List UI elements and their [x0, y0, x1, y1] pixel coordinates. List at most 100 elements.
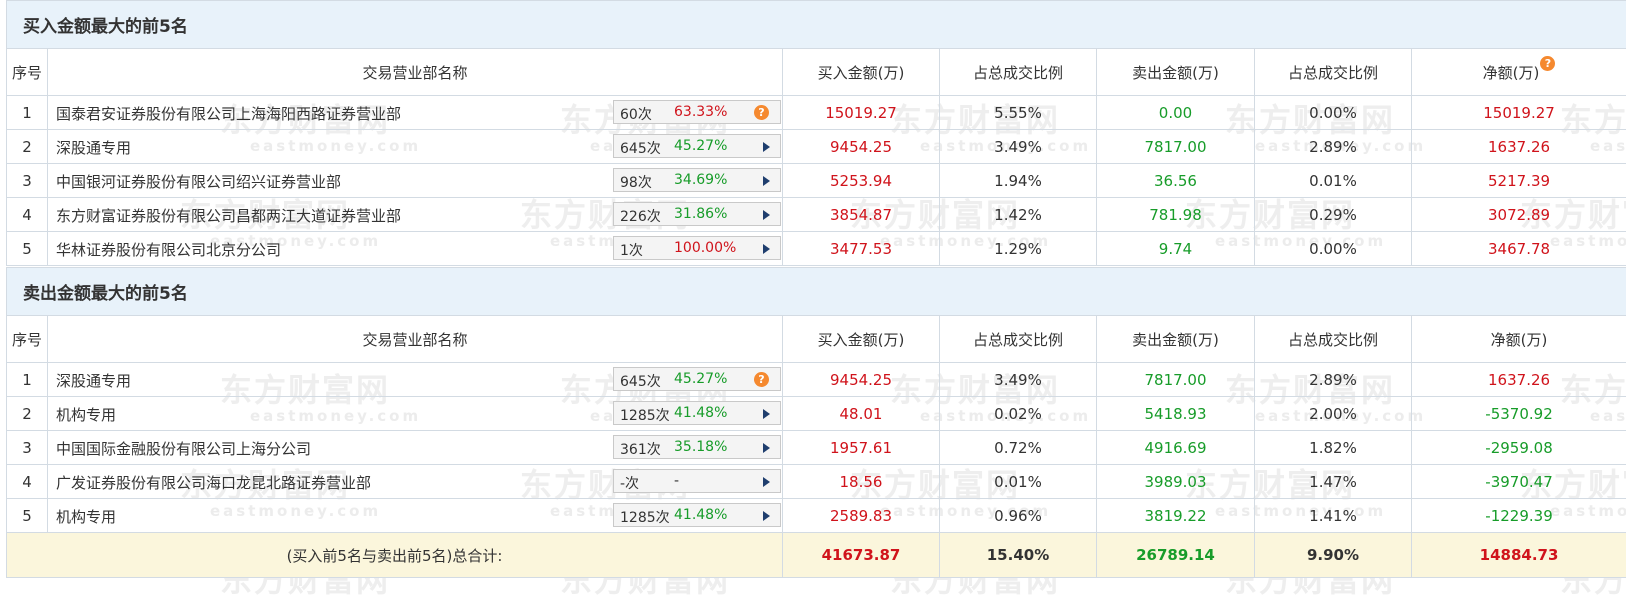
arrow-right-icon[interactable]	[763, 244, 770, 254]
header-dept-name: 交易营业部名称	[47, 48, 783, 96]
header-net-amount[interactable]: 净额(万)	[1410, 315, 1626, 363]
dept-name-link[interactable]: 国泰君安证券股份有限公司上海海阳西路证券营业部	[56, 103, 401, 124]
arrow-right-icon[interactable]	[763, 210, 770, 220]
question-icon[interactable]: ?	[754, 105, 769, 120]
win-rate: 63.33%	[674, 104, 728, 120]
arrow-right-icon[interactable]	[763, 477, 770, 487]
dept-name-link[interactable]: 中国银河证券股份有限公司绍兴证券营业部	[56, 171, 341, 192]
buy-ratio: 5.55%	[939, 95, 1097, 130]
header-dept-name: 交易营业部名称	[47, 315, 783, 363]
trade-stat-box[interactable]: -次 -	[613, 469, 781, 493]
total-buy-ratio: 15.40%	[939, 532, 1097, 578]
table-row[interactable]: 4 广发证券股份有限公司海口龙昆北路证券营业部 -次 - 18.56 0.01% 3989.…	[6, 464, 1626, 499]
win-rate: 45.27%	[674, 371, 728, 387]
trade-stat-box[interactable]: 645次 45.27%	[613, 134, 781, 158]
trade-stat-box[interactable]: 226次 31.86%	[613, 202, 781, 226]
table-row[interactable]: 2 深股通专用 645次 45.27% 9454.25 3.49% 7817.00 2.89%…	[6, 129, 1626, 164]
row-index: 2	[6, 129, 48, 164]
sell-ratio: 0.01%	[1254, 163, 1412, 198]
dept-name-link[interactable]: 华林证券股份有限公司北京分公司	[56, 239, 281, 260]
buy-amount: 1957.61	[782, 430, 940, 465]
sell-ratio: 0.00%	[1254, 95, 1412, 130]
sell-top5-table: 卖出金额最大的前5名 序号 交易营业部名称 买入金额(万) 占总成交比例 卖出金…	[5, 267, 1626, 578]
trade-stat-box[interactable]: 1285次 41.48%	[613, 401, 781, 425]
trade-count: 645次	[620, 374, 661, 390]
dept-cell: 东方财富证券股份有限公司昌都两江大道证券营业部 226次 31.86%	[47, 197, 783, 232]
buy-amount: 3854.87	[782, 197, 940, 232]
buy-amount: 15019.27	[782, 95, 940, 130]
table-row[interactable]: 1 深股通专用 645次 45.27%? 9454.25 3.49% 7817.00 2.89…	[6, 362, 1626, 397]
arrow-right-icon[interactable]	[763, 409, 770, 419]
header-sell-amount[interactable]: 卖出金额(万)	[1096, 48, 1255, 96]
dept-name-link[interactable]: 机构专用	[56, 404, 116, 425]
buy-header-row: 序号 交易营业部名称 买入金额(万) 占总成交比例 卖出金额(万) 占总成交比例…	[6, 48, 1626, 96]
header-buy-ratio[interactable]: 占总成交比例	[939, 48, 1097, 96]
dept-name-link[interactable]: 机构专用	[56, 506, 116, 527]
arrow-right-icon[interactable]	[763, 443, 770, 453]
row-index: 4	[6, 197, 48, 232]
trade-stat-box[interactable]: 1285次 41.48%	[613, 503, 781, 527]
trade-count: 1次	[620, 243, 643, 259]
buy-amount: 2589.83	[782, 498, 940, 533]
trade-count: 361次	[620, 442, 661, 458]
buy-section-title-row: 买入金额最大的前5名	[5, 0, 1626, 49]
buy-ratio: 1.94%	[939, 163, 1097, 198]
arrow-right-icon[interactable]	[763, 142, 770, 152]
header-sell-ratio[interactable]: 占总成交比例	[1254, 315, 1412, 363]
trade-stat-box[interactable]: 361次 35.18%	[613, 435, 781, 459]
header-sell-ratio[interactable]: 占总成交比例	[1254, 48, 1412, 96]
header-buy-amount[interactable]: 买入金额(万)	[782, 48, 940, 96]
buy-ratio: 1.29%	[939, 231, 1097, 266]
trade-stat-box[interactable]: 98次 34.69%	[613, 168, 781, 192]
trade-count: 226次	[620, 209, 661, 225]
sell-ratio: 1.82%	[1254, 430, 1412, 465]
table-row[interactable]: 2 机构专用 1285次 41.48% 48.01 0.02% 5418.93 2.00% -5…	[6, 396, 1626, 431]
net-amount: 3072.89	[1410, 197, 1626, 232]
trade-stat-box[interactable]: 1次 100.00%	[613, 236, 781, 260]
total-net-amount: 14884.73	[1410, 532, 1626, 578]
dept-cell: 国泰君安证券股份有限公司上海海阳西路证券营业部 60次 63.33%?	[47, 95, 783, 130]
table-row[interactable]: 5 华林证券股份有限公司北京分公司 1次 100.00% 3477.53 1.29% 9.7…	[6, 231, 1626, 266]
header-buy-amount[interactable]: 买入金额(万)	[782, 315, 940, 363]
dept-cell: 中国银河证券股份有限公司绍兴证券营业部 98次 34.69%	[47, 163, 783, 198]
header-index: 序号	[6, 315, 48, 363]
dept-name-link[interactable]: 深股通专用	[56, 370, 131, 391]
trade-count: 1285次	[620, 510, 670, 526]
buy-amount: 48.01	[782, 396, 940, 431]
arrow-right-icon[interactable]	[763, 511, 770, 521]
trade-count: 98次	[620, 175, 652, 191]
trade-stat-box[interactable]: 645次 45.27%?	[613, 367, 781, 391]
sell-amount: 7817.00	[1096, 362, 1255, 397]
buy-ratio: 0.96%	[939, 498, 1097, 533]
table-row[interactable]: 3 中国国际金融股份有限公司上海分公司 361次 35.18% 1957.61 0.72%…	[6, 430, 1626, 465]
dept-cell: 深股通专用 645次 45.27%	[47, 129, 783, 164]
total-sell-amount: 26789.14	[1096, 532, 1255, 578]
sell-ratio: 2.89%	[1254, 129, 1412, 164]
header-net-amount[interactable]: 净额(万)?	[1410, 48, 1626, 96]
table-row[interactable]: 4 东方财富证券股份有限公司昌都两江大道证券营业部 226次 31.86% 3854.8…	[6, 197, 1626, 232]
dept-cell: 华林证券股份有限公司北京分公司 1次 100.00%	[47, 231, 783, 266]
sell-amount: 3989.03	[1096, 464, 1255, 499]
trade-stat-box[interactable]: 60次 63.33%?	[613, 100, 781, 124]
dept-cell: 机构专用 1285次 41.48%	[47, 396, 783, 431]
dept-name-link[interactable]: 中国国际金融股份有限公司上海分公司	[56, 438, 311, 459]
question-icon[interactable]: ?	[1540, 55, 1556, 71]
dept-cell: 中国国际金融股份有限公司上海分公司 361次 35.18%	[47, 430, 783, 465]
win-rate: 41.48%	[674, 507, 728, 523]
arrow-right-icon[interactable]	[763, 176, 770, 186]
dept-name-link[interactable]: 深股通专用	[56, 137, 131, 158]
header-buy-ratio[interactable]: 占总成交比例	[939, 315, 1097, 363]
header-sell-amount[interactable]: 卖出金额(万)	[1096, 315, 1255, 363]
buy-section-title: 买入金额最大的前5名	[5, 0, 1626, 49]
sell-section-title: 卖出金额最大的前5名	[5, 267, 1626, 316]
table-row[interactable]: 3 中国银河证券股份有限公司绍兴证券营业部 98次 34.69% 5253.94 1.94…	[6, 163, 1626, 198]
buy-amount: 18.56	[782, 464, 940, 499]
sell-amount: 4916.69	[1096, 430, 1255, 465]
win-rate: 100.00%	[674, 240, 737, 256]
table-row[interactable]: 1 国泰君安证券股份有限公司上海海阳西路证券营业部 60次 63.33%? 15019.…	[6, 95, 1626, 130]
buy-ratio: 0.72%	[939, 430, 1097, 465]
dept-name-link[interactable]: 东方财富证券股份有限公司昌都两江大道证券营业部	[56, 205, 401, 226]
dept-name-link[interactable]: 广发证券股份有限公司海口龙昆北路证券营业部	[56, 472, 371, 493]
question-icon[interactable]: ?	[754, 372, 769, 387]
table-row[interactable]: 5 机构专用 1285次 41.48% 2589.83 0.96% 3819.22 1.41%…	[6, 498, 1626, 533]
